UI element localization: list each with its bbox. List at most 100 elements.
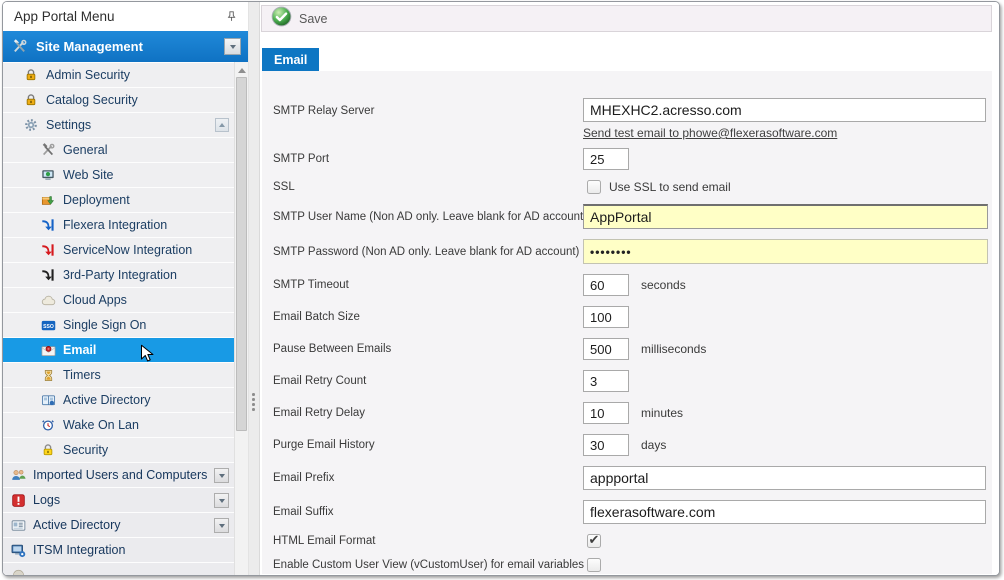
sidebar-item-label: Single Sign On xyxy=(63,318,146,332)
purge-email-history-input[interactable]: 30 xyxy=(583,434,629,456)
field-label: Enable Custom User View (vCustomUser) fo… xyxy=(273,559,583,571)
lock-icon xyxy=(23,92,39,108)
input-value: MHEXHC2.acresso.com xyxy=(590,102,742,118)
scroll-up-button[interactable] xyxy=(235,62,248,77)
smtp-password-non-ad-only-leave-blank-for-ad-account-input[interactable]: •••••••• xyxy=(583,239,988,264)
logs-alert-icon xyxy=(10,492,26,508)
sidebar-item-label: General xyxy=(63,143,107,157)
field-control xyxy=(583,534,601,548)
sidebar-item-label: Logs xyxy=(33,493,60,507)
sidebar-item-itsm-integration[interactable]: ITSM Integration xyxy=(3,538,234,562)
sidebar-item-3rd-party-integration[interactable]: 3rd-Party Integration xyxy=(3,263,234,287)
sidebar-item-admin-security[interactable]: Admin Security xyxy=(3,63,234,87)
smtp-port-input[interactable]: 25 xyxy=(583,148,629,170)
email-prefix-input[interactable]: appportal xyxy=(583,466,986,490)
tab-email[interactable]: Email xyxy=(262,48,319,71)
enable-custom-user-view-vcustomuser-for-email-variables-checkbox[interactable] xyxy=(587,558,601,572)
expand-dropdown-button[interactable] xyxy=(214,468,229,483)
sidebar-item-active-directory[interactable]: Active Directory xyxy=(3,513,234,537)
sso-icon: SSO xyxy=(40,317,56,333)
field-label: Email Retry Count xyxy=(273,375,583,387)
sidebar-item-deployment[interactable]: Deployment xyxy=(3,188,234,212)
email-batch-size-input[interactable]: 100 xyxy=(583,306,629,328)
field-label: SSL xyxy=(273,181,583,193)
lock-icon xyxy=(23,67,39,83)
sidebar-item-active-directory[interactable]: Active Directory xyxy=(3,388,234,412)
sidebar-item-cloud-apps[interactable]: Cloud Apps xyxy=(3,288,234,312)
email-suffix-input[interactable]: flexerasoftware.com xyxy=(583,500,986,524)
html-email-format-checkbox[interactable] xyxy=(587,534,601,548)
field-label: Email Prefix xyxy=(273,472,583,484)
form-row-html-email-format: HTML Email Format xyxy=(273,534,992,548)
field-label: Purge Email History xyxy=(273,439,583,451)
sidebar-item-label: Catalog Security xyxy=(46,93,138,107)
field-control xyxy=(583,558,601,572)
field-control: •••••••• xyxy=(583,239,988,264)
sidebar-item-email[interactable]: Email xyxy=(3,338,234,362)
sidebar-item-wake-on-lan[interactable]: Wake On Lan xyxy=(3,413,234,437)
scrollbar-thumb[interactable] xyxy=(236,77,247,431)
smtp-relay-server-input[interactable]: MHEXHC2.acresso.com xyxy=(583,98,986,122)
sidebar-scrollbar[interactable] xyxy=(234,62,248,575)
alarm-clock-icon xyxy=(40,417,56,433)
field-control: 100 xyxy=(583,306,629,328)
field-label: Pause Between Emails xyxy=(273,343,583,355)
pause-between-emails-input[interactable]: 500 xyxy=(583,338,629,360)
form-row-smtp-user-name-non-ad-only-leave-blank-for-ad-account: SMTP User Name (Non AD only. Leave blank… xyxy=(273,204,992,229)
email-retry-delay-input[interactable]: 10 xyxy=(583,402,629,424)
form-row-email-suffix: Email Suffixflexerasoftware.com xyxy=(273,500,992,524)
form-row-purge-email-history: Purge Email History30days xyxy=(273,434,992,456)
sidebar-body: Admin Security Catalog Security Settings Ge… xyxy=(3,62,248,575)
email-retry-count-input[interactable]: 3 xyxy=(583,370,629,392)
arrow-blue-icon xyxy=(40,217,56,233)
field-label: SMTP Port xyxy=(273,153,583,165)
splitter-handle-icon[interactable] xyxy=(252,393,255,411)
sidebar-item-label: Email xyxy=(63,343,96,357)
form-row-smtp-password-non-ad-only-leave-blank-for-ad-account: SMTP Password (Non AD only. Leave blank … xyxy=(273,239,992,264)
sidebar-section-site-management[interactable]: Site Management xyxy=(3,31,248,62)
smtp-user-name-non-ad-only-leave-blank-for-ad-account-input[interactable]: AppPortal xyxy=(583,204,988,229)
pin-icon[interactable] xyxy=(223,9,239,25)
sidebar-item-flexera-integration[interactable]: Flexera Integration xyxy=(3,213,234,237)
sidebar-item-list: Admin Security Catalog Security Settings Ge… xyxy=(3,62,234,575)
field-label: SMTP Password (Non AD only. Leave blank … xyxy=(273,246,583,258)
sidebar-item-general[interactable]: General xyxy=(3,138,234,162)
section-label: Site Management xyxy=(36,39,143,54)
tools-gray-icon xyxy=(40,142,56,158)
sidebar-item-web-site[interactable]: Web Site xyxy=(3,163,234,187)
expand-dropdown-button[interactable] xyxy=(214,493,229,508)
sidebar-item-settings[interactable]: Settings xyxy=(3,113,234,137)
ssl-checkbox[interactable] xyxy=(587,180,601,194)
form-row-email-retry-delay: Email Retry Delay10minutes xyxy=(273,402,992,424)
field-control: 60seconds xyxy=(583,274,686,296)
section-dropdown-button[interactable] xyxy=(224,38,241,55)
users-icon xyxy=(10,467,26,483)
form-row-ssl: SSLUse SSL to send email xyxy=(273,180,992,194)
panel-splitter[interactable] xyxy=(249,2,260,575)
smtp-timeout-input[interactable]: 60 xyxy=(583,274,629,296)
send-test-email-link[interactable]: Send test email to phowe@flexerasoftware… xyxy=(583,126,837,140)
sidebar-item-partial[interactable] xyxy=(3,563,234,575)
field-label: SMTP Timeout xyxy=(273,279,583,291)
save-button[interactable]: Save xyxy=(271,6,328,32)
sidebar-item-label: 3rd-Party Integration xyxy=(63,268,177,282)
input-value: 30 xyxy=(590,438,604,453)
collapse-button[interactable] xyxy=(215,118,229,132)
field-control: 10minutes xyxy=(583,402,683,424)
sidebar: App Portal Menu Site Management Admin Se… xyxy=(3,2,249,575)
sidebar-item-timers[interactable]: Timers xyxy=(3,363,234,387)
input-value: 10 xyxy=(590,406,604,421)
sidebar-item-imported-users-and-computers[interactable]: Imported Users and Computers xyxy=(3,463,234,487)
contact-card-icon xyxy=(10,517,26,533)
sidebar-item-single-sign-on[interactable]: SSO Single Sign On xyxy=(3,313,234,337)
save-label: Save xyxy=(299,12,328,26)
field-label: Email Suffix xyxy=(273,506,583,518)
field-label: Email Retry Delay xyxy=(273,407,583,419)
sidebar-item-label: Imported Users and Computers xyxy=(33,468,207,482)
svg-text:SSO: SSO xyxy=(43,324,54,330)
expand-dropdown-button[interactable] xyxy=(214,518,229,533)
sidebar-item-catalog-security[interactable]: Catalog Security xyxy=(3,88,234,112)
sidebar-item-logs[interactable]: Logs xyxy=(3,488,234,512)
sidebar-item-servicenow-integration[interactable]: ServiceNow Integration xyxy=(3,238,234,262)
sidebar-item-security[interactable]: Security xyxy=(3,438,234,462)
